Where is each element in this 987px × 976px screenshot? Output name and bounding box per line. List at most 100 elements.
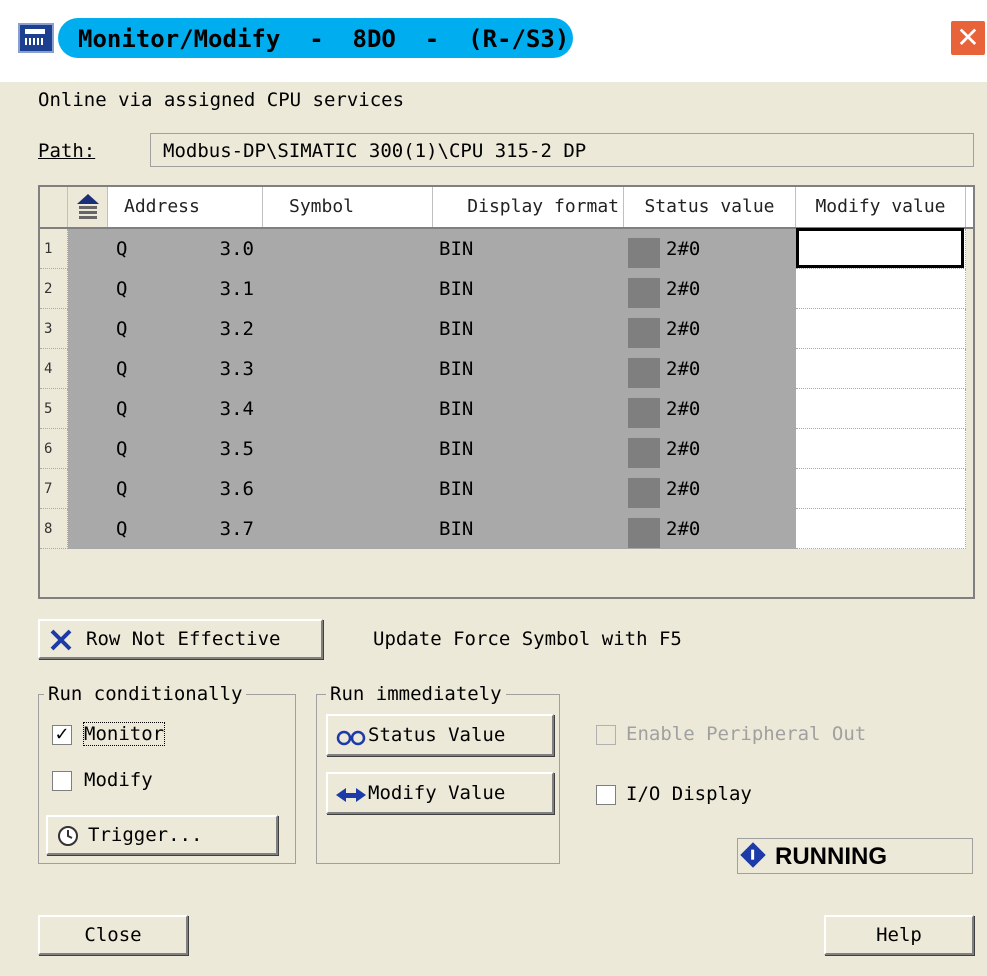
help-button[interactable]: Help xyxy=(824,915,974,955)
address-value[interactable]: 3.3 xyxy=(168,349,263,389)
display-format-cell[interactable]: BIN xyxy=(433,349,624,389)
symbol-cell[interactable] xyxy=(263,429,433,469)
run-immediately-title: Run immediately xyxy=(326,683,506,705)
address-value[interactable]: 3.1 xyxy=(168,269,263,309)
display-format-cell[interactable]: BIN xyxy=(433,229,624,269)
status-indicator xyxy=(628,238,660,268)
corner-cell xyxy=(40,187,68,227)
io-display-label[interactable]: I/O Display xyxy=(626,783,752,805)
symbol-cell[interactable] xyxy=(263,509,433,549)
address-value[interactable]: 3.2 xyxy=(168,309,263,349)
modify-value-cell[interactable] xyxy=(796,509,966,549)
path-label: Path: xyxy=(38,140,96,162)
modify-value-cell[interactable] xyxy=(796,429,966,469)
column-header-address[interactable]: Address xyxy=(108,187,263,227)
monitor-modify-window: Monitor/Modify - 8DO - (R-/S3) ✕ Online … xyxy=(0,0,987,976)
display-format-cell[interactable]: BIN xyxy=(433,389,624,429)
modify-checkbox[interactable] xyxy=(52,771,72,791)
row-number[interactable]: 2 xyxy=(40,269,68,309)
column-header-modify-value[interactable]: Modify value xyxy=(796,187,966,227)
monitor-checkbox[interactable]: ✓ xyxy=(52,725,72,745)
address-value[interactable]: 3.7 xyxy=(168,509,263,549)
modify-value-cell[interactable] xyxy=(796,269,966,309)
modify-value-cell[interactable] xyxy=(796,309,966,349)
address-value[interactable]: 3.5 xyxy=(168,429,263,469)
title-bar: Monitor/Modify - 8DO - (R-/S3) ✕ xyxy=(0,0,987,82)
address-area[interactable]: Q xyxy=(108,429,168,469)
row-number[interactable]: 7 xyxy=(40,469,68,509)
display-format-cell[interactable]: BIN xyxy=(433,269,624,309)
column-header-symbol[interactable]: Symbol xyxy=(263,187,433,227)
row-number[interactable]: 5 xyxy=(40,389,68,429)
address-value[interactable]: 3.6 xyxy=(168,469,263,509)
address-area[interactable]: Q xyxy=(108,469,168,509)
column-header-status-value[interactable]: Status value xyxy=(624,187,796,227)
status-value-button[interactable]: Status Value xyxy=(326,714,554,756)
io-display-checkbox[interactable] xyxy=(596,785,616,805)
online-status-text: Online via assigned CPU services xyxy=(38,89,405,111)
display-format-cell[interactable]: BIN xyxy=(433,469,624,509)
modify-value-cell[interactable] xyxy=(796,389,966,429)
symbol-cell[interactable] xyxy=(263,349,433,389)
cpu-status-text: RUNNING xyxy=(775,843,887,870)
row-flag-cell xyxy=(68,469,108,509)
row-flag-cell xyxy=(68,429,108,469)
symbol-cell[interactable] xyxy=(263,309,433,349)
path-field: Modbus-DP\SIMATIC 300(1)\CPU 315-2 DP xyxy=(150,133,974,167)
address-value[interactable]: 3.0 xyxy=(168,229,263,269)
status-indicator xyxy=(628,358,660,388)
status-indicator xyxy=(628,318,660,348)
symbol-cell[interactable] xyxy=(263,469,433,509)
window-title: Monitor/Modify - 8DO - (R-/S3) xyxy=(78,25,570,53)
symbol-cell[interactable] xyxy=(263,269,433,309)
modify-arrows-icon xyxy=(336,788,366,802)
row-number[interactable]: 4 xyxy=(40,349,68,389)
status-indicator xyxy=(628,278,660,308)
select-column-header[interactable] xyxy=(68,187,108,227)
enable-peripheral-label: Enable Peripheral Out xyxy=(626,723,867,745)
display-format-cell[interactable]: BIN xyxy=(433,429,624,469)
row-number[interactable]: 8 xyxy=(40,509,68,549)
run-conditionally-title: Run conditionally xyxy=(44,683,247,705)
row-flag-cell xyxy=(68,389,108,429)
modify-value-cell[interactable] xyxy=(796,469,966,509)
modify-label[interactable]: Modify xyxy=(84,769,153,791)
row-number[interactable]: 6 xyxy=(40,429,68,469)
address-area[interactable]: Q xyxy=(108,389,168,429)
monitor-label[interactable]: Monitor xyxy=(82,722,166,746)
column-header-display-format[interactable]: Display format xyxy=(433,187,624,227)
row-flag-cell xyxy=(68,269,108,309)
address-area[interactable]: Q xyxy=(108,269,168,309)
close-icon[interactable]: ✕ xyxy=(950,20,986,56)
address-area[interactable]: Q xyxy=(108,229,168,269)
row-number[interactable]: 3 xyxy=(40,309,68,349)
row-flag-cell xyxy=(68,349,108,389)
display-format-cell[interactable]: BIN xyxy=(433,309,624,349)
address-value[interactable]: 3.4 xyxy=(168,389,263,429)
address-area[interactable]: Q xyxy=(108,509,168,549)
active-modify-cell[interactable] xyxy=(796,228,964,268)
trigger-label: Trigger... xyxy=(88,824,203,846)
force-symbol-hint: Update Force Symbol with F5 xyxy=(373,628,682,650)
address-area[interactable]: Q xyxy=(108,309,168,349)
close-button[interactable]: Close xyxy=(38,915,188,955)
address-area[interactable]: Q xyxy=(108,349,168,389)
row-flag-cell xyxy=(68,229,108,269)
row-flag-cell xyxy=(68,309,108,349)
symbol-cell[interactable] xyxy=(263,389,433,429)
sort-icon xyxy=(77,194,99,219)
row-flag-cell xyxy=(68,509,108,549)
row-number[interactable]: 1 xyxy=(40,229,68,269)
row-not-effective-button[interactable]: Row Not Effective xyxy=(38,619,323,659)
modify-value-label: Modify Value xyxy=(368,782,506,804)
modify-value-button[interactable]: Modify Value xyxy=(326,772,554,814)
status-indicator xyxy=(628,398,660,428)
status-value-label: Status Value xyxy=(368,724,506,746)
display-format-cell[interactable]: BIN xyxy=(433,509,624,549)
table-header: Address Symbol Display format Status val… xyxy=(40,187,973,229)
symbol-cell[interactable] xyxy=(263,229,433,269)
enable-peripheral-checkbox[interactable] xyxy=(596,725,616,745)
trigger-button[interactable]: Trigger... xyxy=(46,815,278,855)
modify-value-cell[interactable] xyxy=(796,349,966,389)
clock-icon xyxy=(58,826,78,846)
